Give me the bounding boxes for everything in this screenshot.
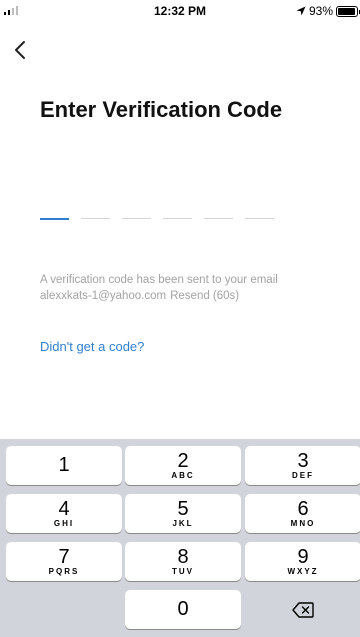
code-digit-slot[interactable] — [40, 218, 69, 220]
code-digit-slot[interactable] — [122, 218, 151, 219]
didnt-get-code-link[interactable]: Didn't get a code? — [40, 339, 144, 354]
keypad-key-6[interactable]: 6 MNO — [245, 494, 360, 533]
keypad-letters: PQRS — [48, 567, 80, 576]
keypad-key-9[interactable]: 9 WXYZ — [245, 542, 360, 581]
page-title: Enter Verification Code — [40, 97, 283, 122]
keypad-digit: 8 — [177, 546, 189, 568]
keypad-delete-key[interactable] — [245, 590, 360, 629]
keypad-digit: 5 — [177, 498, 189, 520]
email-address: alexxkats-1@yahoo.com — [40, 290, 167, 302]
code-digit-slot[interactable] — [245, 218, 274, 219]
keypad-letters: JKL — [172, 519, 194, 528]
verification-code-input[interactable] — [40, 218, 274, 220]
keypad-key-2[interactable]: 2 ABC — [125, 446, 241, 485]
keypad-letters: ABC — [171, 471, 195, 480]
keypad-key-8[interactable]: 8 TUV — [125, 542, 241, 581]
keypad-letters: DEF — [292, 471, 314, 480]
info-line: A verification code has been sent to you… — [40, 274, 278, 286]
info-email-line: alexxkats-1@yahoo.com Resend (60s) — [40, 288, 278, 304]
chevron-left-icon — [15, 41, 25, 59]
keypad-key-1[interactable]: 1 — [6, 446, 122, 485]
backspace-icon — [292, 601, 314, 618]
keypad-key-7[interactable]: 7 PQRS — [6, 542, 122, 581]
resend-timer: Resend (60s) — [170, 290, 240, 302]
keypad-digit: 9 — [297, 546, 309, 568]
keypad-digit: 6 — [297, 498, 309, 520]
numeric-keyboard: 1 2 ABC 3 DEF 4 GHI 5 JKL 6 MNO 7 PQRS 8 TUV 9 WXYZ 0 — [0, 439, 360, 637]
keypad-letters: MNO — [290, 519, 316, 528]
keypad-digit: 7 — [58, 546, 70, 568]
back-button[interactable] — [6, 36, 34, 64]
keypad-digit: 2 — [177, 450, 189, 472]
battery-percent: 93% — [308, 4, 333, 18]
status-bar: 12:32 PM 93% — [0, 0, 360, 22]
code-digit-slot[interactable] — [204, 218, 233, 219]
code-digit-slot[interactable] — [163, 218, 192, 219]
keypad-key-0[interactable]: 0 — [125, 590, 241, 629]
keypad-digit: 3 — [297, 450, 309, 472]
battery-icon — [336, 5, 360, 17]
code-digit-slot[interactable] — [81, 218, 110, 219]
battery-level — [338, 7, 355, 15]
keypad-key-3[interactable]: 3 DEF — [245, 446, 360, 485]
keypad-letters: GHI — [53, 519, 75, 528]
keypad-digit: 4 — [58, 498, 70, 520]
keypad-letters: WXYZ — [287, 567, 319, 576]
keypad-digit: 0 — [177, 598, 189, 620]
keypad-key-4[interactable]: 4 GHI — [6, 494, 122, 533]
info-text: A verification code has been sent to you… — [40, 272, 278, 304]
location-arrow-icon — [296, 6, 306, 16]
status-right: 93% — [296, 4, 360, 18]
keypad-digit: 1 — [58, 454, 70, 476]
keypad-letters: TUV — [172, 567, 194, 576]
keypad-key-5[interactable]: 5 JKL — [125, 494, 241, 533]
